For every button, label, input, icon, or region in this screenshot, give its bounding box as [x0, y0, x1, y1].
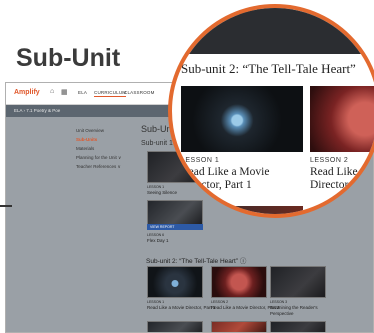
grid-icon[interactable]: ▦ [61, 88, 68, 96]
zoom-lesson-title[interactable]: Read Like a Movie Director, Part 2 [310, 166, 374, 192]
zoom-lesson-thumbnail[interactable] [310, 86, 374, 152]
lesson-thumbnail[interactable] [147, 266, 203, 298]
pointer-line [0, 205, 12, 207]
lesson-number: LESSON 3 [270, 300, 288, 304]
nav-curriculum[interactable]: CURRICULUM [94, 90, 127, 97]
zoom-lesson-number: LESSON 2 [310, 157, 349, 164]
sidebar-item-sub-units[interactable]: Sub-Units [76, 137, 97, 142]
lesson-thumbnail[interactable] [211, 266, 267, 298]
lesson-title[interactable]: Flex Day 1 [147, 238, 217, 244]
breadcrumb[interactable]: ELA › 7.1 Poetry & Poe [14, 108, 60, 113]
lesson-number: LESSON 2 [211, 300, 229, 304]
lesson-number: LESSON 6 [147, 233, 165, 237]
sidebar-item-teacher-references[interactable]: Teacher References ∨ [76, 164, 121, 170]
zoom-subunit-title: Sub-unit 2: “The Tell-Tale Heart” [181, 61, 356, 76]
sidebar-item-materials[interactable]: Materials [76, 146, 94, 151]
sidebar-item-planning[interactable]: Planning for the Unit ∨ [76, 155, 121, 161]
zoom-lesson-title[interactable]: Read Like a Movie Director, Part 1 [181, 166, 306, 192]
lesson-thumbnail[interactable] [270, 266, 326, 298]
subunit-2-title: Sub-unit 2: “The Tell-Tale Heart” ⓘ [146, 258, 247, 265]
lesson-number: LESSON 1 [147, 300, 165, 304]
view-report-button[interactable]: VIEW REPORT [147, 224, 203, 230]
nav-classroom[interactable]: CLASSROOM [124, 90, 155, 95]
zoom-header-bar [172, 8, 374, 54]
page-heading: Sub-Unit [16, 44, 121, 72]
nav-ela[interactable]: ELA [78, 90, 87, 95]
lesson-number: LESSON 1 [147, 185, 165, 189]
sidebar-item-unit-overview[interactable]: Unit Overview [76, 128, 104, 133]
zoom-magnifier: Sub-unit 2: “The Tell-Tale Heart” LESSON… [168, 4, 374, 218]
zoom-lesson-number: LESSON 1 [181, 157, 220, 164]
amplify-logo[interactable]: Amplify [14, 89, 40, 96]
home-icon[interactable]: ⌂ [50, 88, 54, 95]
lesson-thumbnail[interactable] [270, 321, 326, 332]
zoom-lesson-thumbnail[interactable] [181, 86, 303, 152]
view-report-label: VIEW REPORT [150, 225, 175, 229]
lesson-thumbnail[interactable] [211, 321, 267, 332]
lesson-thumbnail[interactable] [147, 321, 203, 332]
subunit-1-title: Sub-unit 1 [141, 140, 173, 147]
lesson-title[interactable]: Read Like a Movie Director, Part 1 [147, 305, 217, 311]
lesson-title[interactable]: Examining the Reader's Perspective [270, 305, 340, 316]
info-icon[interactable]: ⓘ [240, 258, 247, 265]
